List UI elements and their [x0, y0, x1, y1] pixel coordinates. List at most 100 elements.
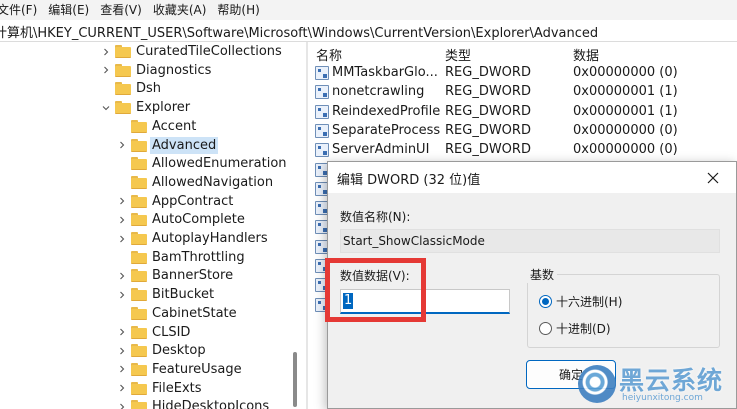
value-row[interactable]: nonetcrawling REG_DWORD 0x00000001 (1) [308, 83, 737, 102]
value-type: REG_DWORD [445, 142, 531, 158]
tree-item-label: CuratedTileCollections [136, 44, 282, 59]
tree-item-label: Advanced [150, 136, 219, 154]
tree-item[interactable]: FeatureUsage [116, 360, 244, 379]
base-group-label: 基数 [527, 266, 558, 283]
tree-item-label: Explorer [136, 100, 191, 116]
chevron-right-icon[interactable] [116, 229, 128, 248]
tree-item[interactable]: AllowedNavigation [116, 173, 275, 192]
tree-item-label: Dsh [136, 81, 162, 97]
folder-icon [131, 250, 147, 264]
folder-icon [131, 157, 147, 171]
tree-item-label: CLSID [152, 324, 191, 340]
tree-item[interactable]: Diagnostics [100, 61, 213, 80]
tree-item-label: Diagnostics [136, 62, 212, 78]
menu-favorites[interactable]: 收藏夹(A) [148, 0, 213, 20]
tree-item[interactable]: CuratedTileCollections [100, 42, 284, 61]
menu-file[interactable]: 文件(F) [0, 0, 43, 20]
chevron-right-icon[interactable] [116, 379, 128, 398]
radio-hex-option[interactable]: 十六进制(H) [539, 293, 622, 310]
value-row[interactable]: SeparateProcess REG_DWORD 0x00000000 (0) [308, 122, 737, 141]
tree-item[interactable]: BannerStore [116, 266, 235, 285]
value-type: REG_DWORD [445, 65, 531, 80]
tree-item[interactable]: CLSID [116, 323, 192, 342]
value-name: nonetcrawling [332, 84, 425, 100]
menu-edit[interactable]: 编辑(E) [43, 0, 95, 20]
tree-item[interactable]: BamThrottling [116, 248, 247, 267]
tree-item-label: AutoComplete [152, 212, 245, 228]
value-name: MMTaskbarGlo... [332, 65, 438, 80]
tree-item[interactable]: Dsh [100, 79, 163, 98]
folder-icon [131, 138, 147, 152]
tree-item[interactable]: AutoplayHandlers [116, 229, 270, 248]
column-header-data[interactable]: 数据 [573, 45, 599, 64]
address-bar[interactable]: 计算机\HKEY_CURRENT_USER\Software\Microsoft… [0, 20, 737, 42]
tree-item-label: CabinetState [152, 305, 237, 321]
chevron-right-icon[interactable] [116, 192, 128, 211]
value-data: 0x00000000 (0) [573, 65, 678, 80]
value-row[interactable]: ServerAdminUI REG_DWORD 0x00000000 (0) [308, 141, 737, 160]
column-header-name[interactable]: 名称 [316, 45, 342, 64]
folder-icon [131, 288, 147, 302]
address-path[interactable]: 计算机\HKEY_CURRENT_USER\Software\Microsoft… [0, 22, 598, 41]
folder-icon [115, 45, 131, 58]
tree-scrollbar-thumb[interactable] [293, 352, 297, 407]
folder-icon [131, 381, 147, 395]
radio-dec-option[interactable]: 十进制(D) [539, 320, 611, 337]
chevron-right-icon[interactable] [116, 341, 128, 360]
registry-tree[interactable]: CuratedTileCollections Diagnostics Dsh Expl… [0, 42, 296, 409]
tree-item[interactable]: BitBucket [116, 285, 216, 304]
value-type: REG_DWORD [445, 122, 531, 138]
tree-item-label: AppContract [152, 193, 234, 209]
chevron-right-icon[interactable] [116, 360, 128, 379]
folder-icon [115, 82, 131, 96]
close-button[interactable] [699, 168, 727, 188]
tree-item[interactable]: CabinetState [116, 304, 239, 323]
tree-item[interactable]: AutoComplete [116, 210, 247, 229]
chevron-right-icon[interactable] [116, 397, 128, 409]
value-data: 0x00000001 (1) [573, 84, 678, 100]
menu-help[interactable]: 帮助(H) [212, 0, 265, 20]
value-name: ServerAdminUI [332, 142, 430, 158]
chevron-right-icon[interactable] [116, 285, 128, 304]
chevron-right-icon[interactable] [116, 266, 128, 285]
tree-item[interactable]: Explorer [100, 98, 192, 117]
column-header-type[interactable]: 类型 [445, 45, 471, 64]
tree-item-label: BamThrottling [152, 249, 245, 265]
chevron-right-icon[interactable] [116, 136, 128, 155]
reg-binary-icon [315, 104, 329, 119]
value-name-label: 数值名称(N): [340, 210, 411, 224]
menu-bar: 文件(F) 编辑(E) 查看(V) 收藏夹(A) 帮助(H) [0, 0, 737, 20]
dialog-title: 编辑 DWORD (32 位)值 [337, 173, 481, 188]
tree-item[interactable]: Advanced [116, 136, 219, 155]
chevron-down-icon[interactable] [100, 98, 112, 117]
folder-icon [131, 175, 147, 189]
tree-item[interactable]: HideDesktopIcons [116, 397, 271, 409]
folder-icon [131, 232, 147, 245]
tree-item[interactable]: AllowedEnumeration [116, 154, 289, 173]
reg-binary-icon [315, 143, 329, 158]
chevron-right-icon[interactable] [116, 210, 128, 229]
value-name-text: Start_ShowClassicMode [343, 234, 485, 248]
tree-item-label: AutoplayHandlers [152, 231, 268, 246]
tree-item[interactable]: Desktop [116, 341, 208, 360]
value-row[interactable]: MMTaskbarGlo... REG_DWORD 0x00000000 (0) [308, 64, 737, 83]
folder-icon [131, 269, 147, 283]
tree-item-label: Desktop [152, 343, 206, 359]
radio-dec[interactable] [539, 322, 552, 335]
folder-icon [131, 213, 147, 227]
tree-item-label: FeatureUsage [152, 361, 242, 377]
value-data: 0x00000000 (0) [573, 122, 678, 138]
chevron-right-icon[interactable] [100, 42, 112, 61]
folder-icon [131, 194, 147, 208]
menu-view[interactable]: 查看(V) [95, 0, 148, 20]
value-name: SeparateProcess [332, 122, 441, 138]
radio-hex[interactable] [539, 295, 552, 308]
tree-item[interactable]: AppContract [116, 192, 235, 211]
chevron-right-icon[interactable] [100, 61, 112, 80]
tree-item[interactable]: FileExts [116, 379, 204, 398]
value-data: 0x00000000 (0) [573, 142, 678, 158]
value-row[interactable]: ReindexedProfile REG_DWORD 0x00000001 (1) [308, 103, 737, 122]
chevron-right-icon[interactable] [116, 323, 128, 342]
tree-item[interactable]: Accent [116, 117, 198, 136]
dialog-titlebar: 编辑 DWORD (32 位)值 [328, 162, 736, 193]
